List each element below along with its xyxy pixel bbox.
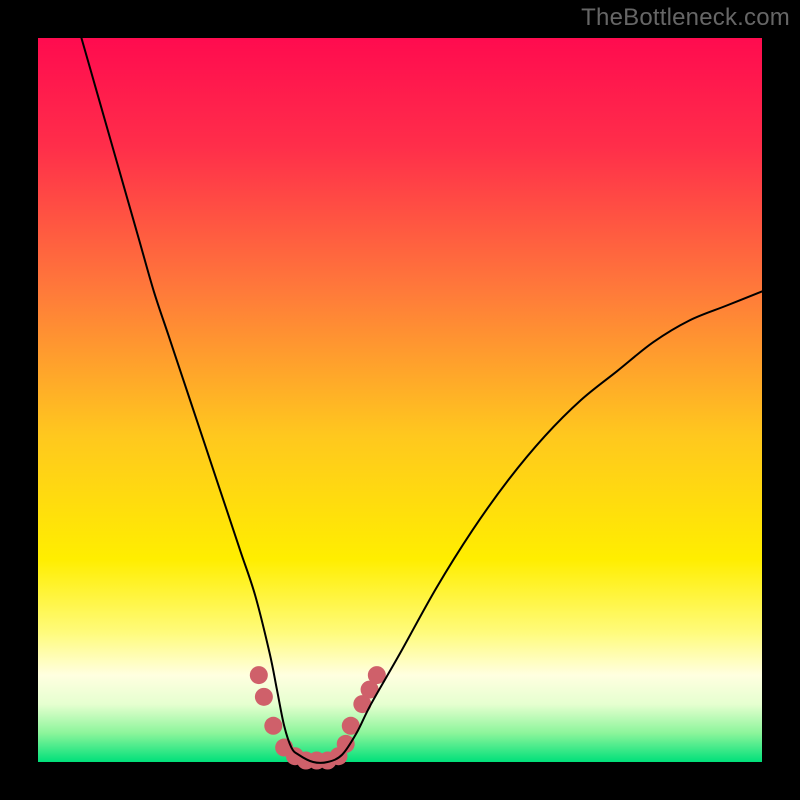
bottleneck-chart [0,0,800,800]
marker-dot [264,717,282,735]
watermark-text: TheBottleneck.com [581,4,790,32]
marker-dot [255,688,273,706]
chart-frame: TheBottleneck.com [0,0,800,800]
marker-dot [250,666,268,684]
